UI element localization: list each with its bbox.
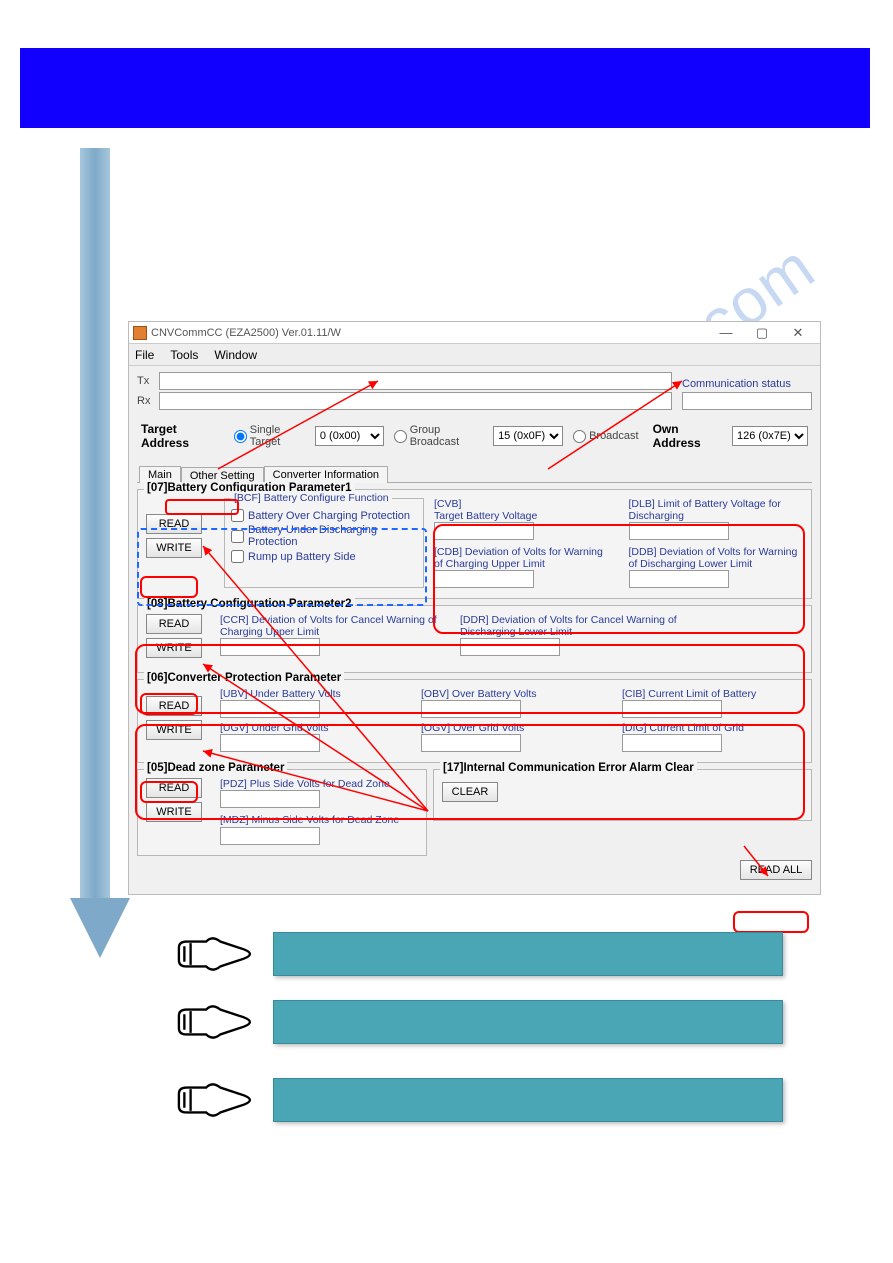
cib-field[interactable] xyxy=(622,700,722,718)
ccr-label: [CCR] Deviation of Volts for Cancel Warn… xyxy=(220,614,450,638)
read-all-button[interactable]: READ ALL xyxy=(740,860,812,880)
step-bar-2 xyxy=(273,1000,783,1044)
group-08: [08]Battery Configuration Parameter2 REA… xyxy=(137,605,812,673)
g05-write-button[interactable]: WRITE xyxy=(146,802,202,822)
step-bar-1 xyxy=(273,932,783,976)
g07-read-button[interactable]: READ xyxy=(146,514,202,534)
tab-main[interactable]: Main xyxy=(139,466,181,483)
cvb-label: [CVB] Target Battery Voltage xyxy=(434,498,609,522)
menu-tools[interactable]: Tools xyxy=(170,348,198,362)
group-05: [05]Dead zone Parameter READ WRITE [PDZ]… xyxy=(137,769,427,855)
cb-over-charging[interactable] xyxy=(231,509,244,522)
pointer-hand-icon xyxy=(175,1000,253,1044)
ccr-field[interactable] xyxy=(220,638,320,656)
radio-group-broadcast[interactable] xyxy=(394,430,407,443)
g06-write-button[interactable]: WRITE xyxy=(146,720,202,740)
obv-field[interactable] xyxy=(421,700,521,718)
g08-write-button[interactable]: WRITE xyxy=(146,638,202,658)
cb-rump-up-label: Rump up Battery Side xyxy=(248,551,356,563)
ogv-field[interactable] xyxy=(421,734,521,752)
bcf-title: [BCF] Battery Configure Function xyxy=(231,492,392,504)
window-maximize-button[interactable]: ▢ xyxy=(744,323,780,343)
menu-window[interactable]: Window xyxy=(214,348,257,362)
step-row-3 xyxy=(175,1078,783,1122)
cdb-field[interactable] xyxy=(434,570,534,588)
ugv-field[interactable] xyxy=(220,734,320,752)
ubv-field[interactable] xyxy=(220,700,320,718)
target-address-label: Target Address xyxy=(141,422,224,450)
app-window: CNVCommCC (EZA2500) Ver.01.11/W — ▢ ✕ Fi… xyxy=(128,321,821,895)
rx-field[interactable] xyxy=(159,392,672,410)
cvb-field[interactable] xyxy=(434,522,534,540)
radio-broadcast[interactable] xyxy=(573,430,586,443)
pdz-field[interactable] xyxy=(220,790,320,808)
ubv-label: [UBV] Under Battery Volts xyxy=(220,688,401,700)
cib-label: [CIB] Current Limit of Battery xyxy=(622,688,803,700)
flow-arrow-down xyxy=(70,148,120,1140)
obv-label: [OBV] Over Battery Volts xyxy=(421,688,602,700)
ddr-label: [DDR] Deviation of Volts for Cancel Warn… xyxy=(460,614,690,638)
window-title: CNVCommCC (EZA2500) Ver.01.11/W xyxy=(151,327,708,339)
own-address-select[interactable]: 126 (0x7E) xyxy=(732,426,808,446)
group-07: [07]Battery Configuration Parameter1 REA… xyxy=(137,489,812,599)
title-bar: CNVCommCC (EZA2500) Ver.01.11/W — ▢ ✕ xyxy=(129,322,820,344)
app-icon xyxy=(133,326,147,340)
ddb-label: [DDB] Deviation of Volts for Warning of … xyxy=(629,546,804,570)
cb-under-discharging[interactable] xyxy=(231,530,244,543)
bcf-fieldset: [BCF] Battery Configure Function Battery… xyxy=(224,498,424,588)
cb-under-discharging-label: Battery Under Discharging Protection xyxy=(248,524,417,548)
g07-write-button[interactable]: WRITE xyxy=(146,538,202,558)
single-target-select[interactable]: 0 (0x00) xyxy=(315,426,384,446)
radio-single-target-label: Single Target xyxy=(250,424,311,448)
pointer-hand-icon xyxy=(175,932,253,976)
group-05-title: [05]Dead zone Parameter xyxy=(144,762,287,774)
window-close-button[interactable]: ✕ xyxy=(780,323,816,343)
g08-read-button[interactable]: READ xyxy=(146,614,202,634)
group-06: [06]Converter Protection Parameter READ … xyxy=(137,679,812,763)
cb-rump-up[interactable] xyxy=(231,550,244,563)
ddb-field[interactable] xyxy=(629,570,729,588)
dig-field[interactable] xyxy=(622,734,722,752)
tx-field[interactable] xyxy=(159,372,672,390)
mdz-label: [MDZ] Minus Side Volts for Dead Zone xyxy=(220,814,418,826)
dig-label: [DIG] Current Limit of Grid xyxy=(622,722,803,734)
ugv-label: [UGV] Under Grid Volts xyxy=(220,722,401,734)
cdb-label: [CDB] Deviation of Volts for Warning of … xyxy=(434,546,609,570)
doc-header-banner xyxy=(20,48,870,128)
radio-single-target[interactable] xyxy=(234,430,247,443)
address-row: Target Address Single Target 0 (0x00) Gr… xyxy=(137,420,812,452)
ddr-field[interactable] xyxy=(460,638,560,656)
group-broadcast-select[interactable]: 15 (0x0F) xyxy=(493,426,563,446)
group-08-title: [08]Battery Configuration Parameter2 xyxy=(144,598,355,610)
mdz-field[interactable] xyxy=(220,827,320,845)
g17-clear-button[interactable]: CLEAR xyxy=(442,782,498,802)
tab-converter-information[interactable]: Converter Information xyxy=(264,466,388,483)
comm-status-field xyxy=(682,392,812,410)
g05-read-button[interactable]: READ xyxy=(146,778,202,798)
group-17: [17]Internal Communication Error Alarm C… xyxy=(433,769,812,821)
dlb-label: [DLB] Limit of Battery Voltage for Disch… xyxy=(629,498,804,522)
g06-read-button[interactable]: READ xyxy=(146,696,202,716)
menu-bar: File Tools Window xyxy=(129,344,820,366)
menu-file[interactable]: File xyxy=(135,348,154,362)
comm-status-label: Communication status xyxy=(682,378,812,390)
ogv-label: [OGV] Over Grid Volts xyxy=(421,722,602,734)
tx-label: Tx xyxy=(137,375,159,387)
step-row-2 xyxy=(175,1000,783,1044)
pdz-label: [PDZ] Plus Side Volts for Dead Zone xyxy=(220,778,418,790)
window-minimize-button[interactable]: — xyxy=(708,323,744,343)
dlb-field[interactable] xyxy=(629,522,729,540)
radio-group-broadcast-label: Group Broadcast xyxy=(410,424,489,448)
rx-label: Rx xyxy=(137,395,159,407)
radio-broadcast-label: Broadcast xyxy=(589,430,639,442)
cb-over-charging-label: Battery Over Charging Protection xyxy=(248,510,410,522)
group-06-title: [06]Converter Protection Parameter xyxy=(144,672,344,684)
pointer-hand-icon xyxy=(175,1078,253,1122)
highlight-readall xyxy=(733,911,809,933)
own-address-label: Own Address xyxy=(653,422,726,450)
step-bar-3 xyxy=(273,1078,783,1122)
tab-strip: Main Other Setting Converter Information xyxy=(137,466,812,483)
step-row-1 xyxy=(175,932,783,976)
group-17-title: [17]Internal Communication Error Alarm C… xyxy=(440,762,697,774)
